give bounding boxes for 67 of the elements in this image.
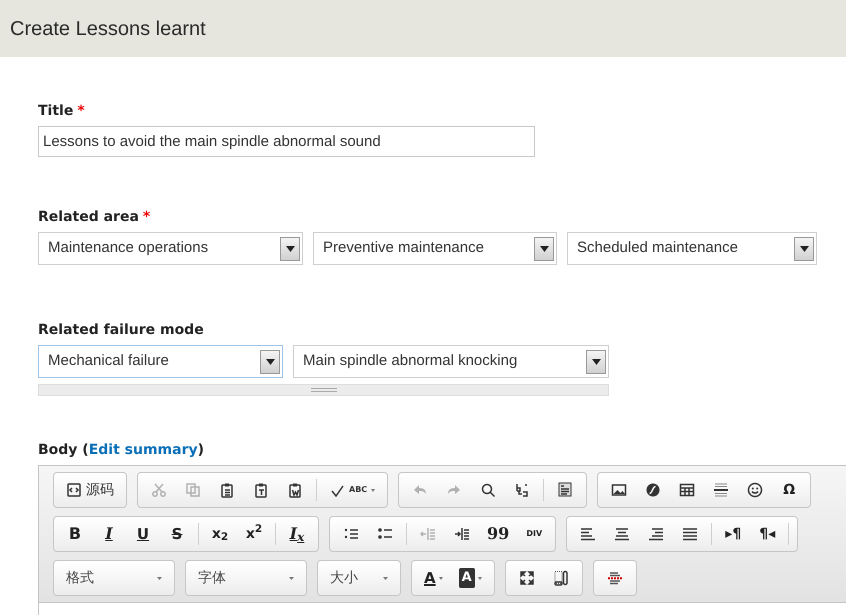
caret-icon xyxy=(371,488,376,492)
edit-summary-link[interactable]: Edit summary xyxy=(88,440,198,461)
smiley-icon xyxy=(747,482,764,498)
table-icon xyxy=(679,482,696,498)
caret-icon xyxy=(478,576,482,580)
title-input[interactable]: Lessons to avoid the main spindle abnormal sound xyxy=(38,126,535,157)
search-icon xyxy=(480,482,496,498)
image-icon xyxy=(611,482,628,498)
clipboard-icon xyxy=(253,482,269,498)
caret-icon xyxy=(438,576,443,580)
checkmark-button[interactable]: ABC xyxy=(323,476,382,504)
toolbar-button[interactable]: x$_{2}$ xyxy=(205,520,235,548)
indent-icon xyxy=(454,526,470,542)
bold-button[interactable]: B xyxy=(60,520,90,548)
toolbar-button[interactable]: x$^{2}$ xyxy=(239,520,269,548)
document-icon xyxy=(557,482,574,498)
dropdown[interactable]: Preventive maintenance xyxy=(313,232,557,265)
toolbar-button[interactable]: ▸¶ xyxy=(718,520,748,548)
maximize-icon xyxy=(518,570,535,586)
outdent-icon xyxy=(420,526,436,542)
required-marker: * xyxy=(77,102,85,121)
replace-icon xyxy=(514,482,530,498)
toolbar-button[interactable]: Ω xyxy=(774,476,804,504)
text-color-button[interactable]: A xyxy=(418,564,449,592)
dropdown[interactable]: Maintenance operations xyxy=(38,232,303,265)
format-dropdown[interactable]: 大小 xyxy=(317,560,401,596)
page-break-icon xyxy=(606,570,623,586)
disc-icon xyxy=(645,482,662,498)
horizontal-rule-icon xyxy=(713,482,730,498)
copy-icon xyxy=(185,482,201,498)
code-file-button[interactable]: 源码 xyxy=(60,476,120,504)
div-container-button[interactable]: DIV xyxy=(519,520,550,548)
align-justify-icon xyxy=(682,526,698,542)
toolbar-button[interactable]: ¶◂ xyxy=(752,520,782,548)
field-label: Body ( xyxy=(38,441,89,460)
required-marker: * xyxy=(142,208,150,227)
blockquote-button[interactable]: 99 xyxy=(481,520,516,548)
field-label: Title xyxy=(38,102,74,121)
underline-button[interactable]: U xyxy=(128,520,158,548)
caret-icon xyxy=(157,576,162,580)
dropdown[interactable]: Scheduled maintenance xyxy=(567,232,817,265)
italic-button[interactable]: I xyxy=(94,520,124,548)
align-left-icon xyxy=(580,526,596,542)
italic-button[interactable]: I$_{x}$ xyxy=(282,520,312,548)
format-dropdown[interactable]: 格式 xyxy=(53,560,175,596)
field-label: Related failure mode xyxy=(38,321,204,340)
caret-icon xyxy=(383,576,388,580)
background-color-button[interactable]: A xyxy=(452,564,488,592)
align-right-icon xyxy=(648,526,664,542)
scissors-icon xyxy=(151,482,167,498)
strikethrough-button[interactable]: S xyxy=(162,520,192,548)
numbered-list-icon xyxy=(343,526,359,542)
field-label: Related area xyxy=(38,208,139,227)
show-blocks-icon xyxy=(552,570,569,586)
align-center-icon xyxy=(614,526,630,542)
rich-text-editor[interactable]: 源码 ABC Ω B I U S x$_{2}$ x$^{2}$ I$_{x}$ 99 DIV ▸¶ ¶◂ 格式 字体 大小 A A xyxy=(38,465,846,615)
resize-handle[interactable] xyxy=(38,384,609,396)
bulleted-list-icon xyxy=(377,526,393,542)
clipboard-icon xyxy=(219,482,235,498)
dropdown[interactable]: Mechanical failure xyxy=(38,345,283,378)
format-dropdown[interactable]: 字体 xyxy=(185,560,307,596)
field-label: ) xyxy=(198,441,204,460)
caret-icon xyxy=(289,576,294,580)
code-file-icon xyxy=(66,482,82,498)
dropdown[interactable]: Main spindle abnormal knocking xyxy=(293,345,609,378)
clipboard-icon xyxy=(287,482,303,498)
page-title: Create Lessons learnt xyxy=(10,16,206,42)
